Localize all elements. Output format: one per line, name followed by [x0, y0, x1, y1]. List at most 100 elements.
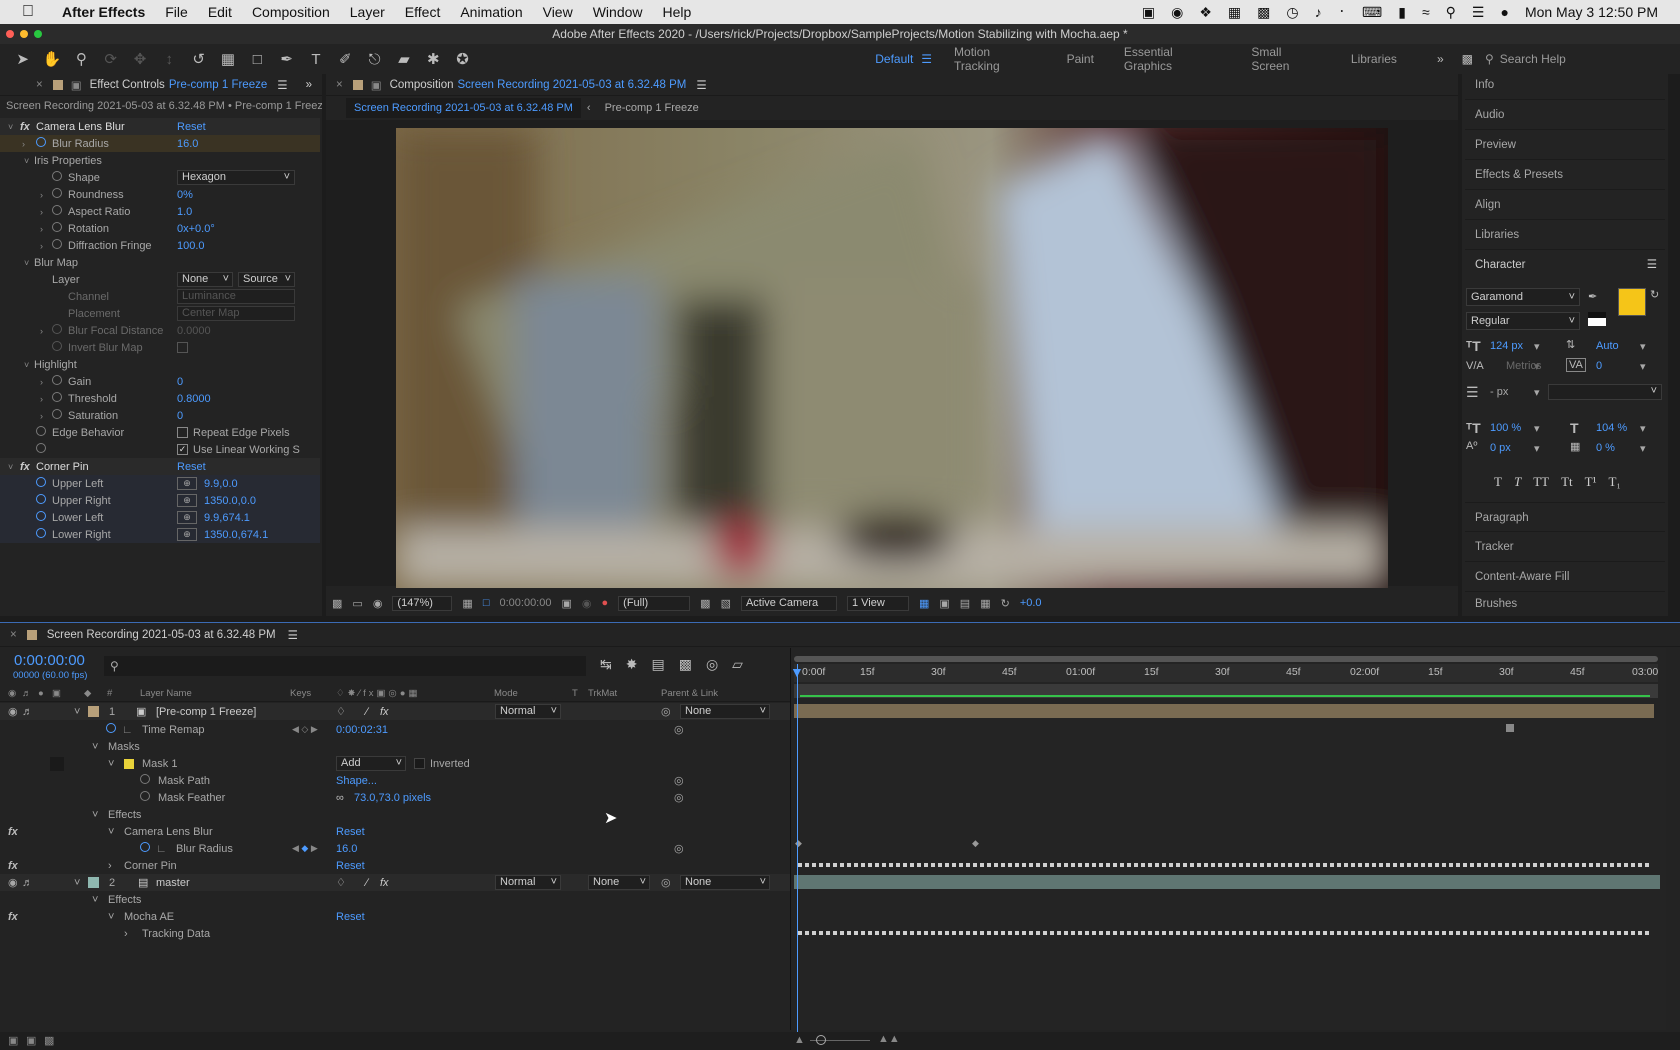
- menu-file[interactable]: File: [165, 4, 188, 20]
- font-style-dropdown[interactable]: Regular ˅: [1466, 312, 1580, 330]
- parent-dropdown[interactable]: None ˅: [680, 704, 770, 719]
- toggle-region-icon[interactable]: ▧: [721, 597, 731, 610]
- swap-colors-icon[interactable]: ↻: [1650, 288, 1659, 301]
- chevron-down-icon[interactable]: ▾: [1534, 360, 1540, 373]
- graph-icon[interactable]: ∟: [122, 724, 133, 736]
- panel-effects-presets[interactable]: Effects & Presets: [1465, 160, 1665, 190]
- time-machine-icon[interactable]: ◷: [1286, 4, 1298, 21]
- breadcrumb-active[interactable]: Screen Recording 2021-05-03 at 6.32.48 P…: [346, 98, 581, 118]
- camera-dropdown[interactable]: Active Camera: [740, 595, 837, 611]
- pickwhip-icon[interactable]: ◎: [661, 876, 671, 889]
- panel-info[interactable]: Info: [1465, 70, 1665, 100]
- control-center-icon[interactable]: ☰: [1472, 4, 1485, 21]
- ec-value[interactable]: 1350.0,674.1: [204, 529, 268, 541]
- ec-layer[interactable]: Layer None ˅ Source ˅: [0, 271, 320, 288]
- fx-icon[interactable]: fx: [20, 461, 30, 473]
- mask-name[interactable]: Mask 1: [142, 758, 177, 770]
- stopwatch-icon[interactable]: [52, 171, 62, 184]
- constrain-proportions-icon[interactable]: ∞: [336, 792, 344, 804]
- adobe-icon[interactable]: ▦: [1228, 4, 1241, 21]
- tracking-value[interactable]: 0: [1596, 360, 1602, 372]
- panel-menu-icon[interactable]: ☰: [1647, 250, 1657, 280]
- apple-icon[interactable]: : [22, 3, 42, 21]
- property-mask-path[interactable]: Mask Path Shape... ◎: [0, 772, 790, 789]
- quality-switch-icon[interactable]: ∕: [366, 706, 368, 718]
- fill-color-swatch[interactable]: [1618, 288, 1646, 316]
- mask-row-1[interactable]: ˅ Mask 1 Add ˅ Inverted: [0, 755, 790, 772]
- stopwatch-icon[interactable]: [52, 222, 62, 235]
- ec-camera-lens-blur[interactable]: ˅ fx Camera Lens Blur Reset: [0, 118, 320, 135]
- stopwatch-icon[interactable]: [52, 409, 62, 422]
- property-value[interactable]: Shape...: [336, 775, 377, 787]
- blur-map-layer-dropdown[interactable]: None ˅: [177, 272, 233, 287]
- header-keys[interactable]: Keys: [290, 688, 311, 699]
- faux-italic-button[interactable]: T: [1514, 474, 1521, 490]
- ec-saturation[interactable]: › Saturation 0: [0, 407, 320, 424]
- menu-app-name[interactable]: After Effects: [62, 4, 145, 20]
- layer-row-master[interactable]: ◉ ♬ ˅ 2 ▤ master ♢ ∕ fx Normal ˅ None ˅ ◎ …: [0, 874, 790, 891]
- siri-icon[interactable]: ●: [1500, 4, 1508, 20]
- comp-mini-flowchart-icon[interactable]: ↹: [600, 656, 612, 673]
- chevron-down-icon[interactable]: ▾: [1640, 442, 1646, 455]
- battery-monitor-icon[interactable]: ▩: [1257, 4, 1270, 21]
- chevron-down-icon[interactable]: ˅: [92, 809, 98, 821]
- stroke-style-dropdown[interactable]: ˅: [1548, 384, 1662, 400]
- property-mask-feather[interactable]: Mask Feather ∞ 73.0,73.0 pixels ◎: [0, 789, 790, 806]
- font-size-value[interactable]: 124 px: [1490, 340, 1523, 352]
- panel-brushes[interactable]: Brushes: [1465, 592, 1665, 616]
- mask-visibility-icon[interactable]: ◉: [373, 597, 383, 610]
- corner-pin-keyframes[interactable]: [798, 863, 1650, 867]
- workspace-motion-tracking[interactable]: Motion Tracking: [954, 45, 1037, 73]
- ec-rotation[interactable]: › Rotation 0x+0.0°: [0, 220, 320, 237]
- composition-tab[interactable]: × ▣ Composition Screen Recording 2021-05…: [326, 74, 1458, 96]
- reset-exposure-icon[interactable]: ↻: [1001, 597, 1010, 610]
- magnification-dropdown[interactable]: (147%): [392, 595, 453, 611]
- ec-value[interactable]: 0: [177, 376, 183, 388]
- keyframe-navigator-icon[interactable]: ◀ ◇ ▶: [292, 724, 318, 735]
- menu-window[interactable]: Window: [593, 4, 643, 20]
- keyframe-navigator-icon[interactable]: ◀ ◆ ▶: [292, 843, 318, 854]
- search-help-field[interactable]: ⚲ Search Help: [1485, 49, 1670, 69]
- fit-icon[interactable]: ▦: [462, 597, 472, 610]
- zoom-out-icon[interactable]: ▲: [794, 1034, 805, 1046]
- mask-lock-slot[interactable]: [50, 756, 64, 771]
- chevron-down-icon[interactable]: ▾: [1640, 422, 1646, 435]
- pickwhip-icon[interactable]: ◎: [674, 842, 684, 855]
- subscript-button[interactable]: T₁: [1608, 474, 1620, 490]
- chevron-down-icon[interactable]: ˅: [74, 877, 80, 889]
- group-masks[interactable]: ˅ Masks: [0, 738, 790, 755]
- render-time-icon[interactable]: ▩: [44, 1034, 54, 1047]
- layer-name[interactable]: master: [156, 877, 190, 889]
- chevron-right-icon[interactable]: ›: [108, 860, 112, 872]
- lock-icon[interactable]: ▣: [71, 78, 82, 92]
- chevron-down-icon[interactable]: ˅: [74, 706, 80, 718]
- mask-mode-dropdown[interactable]: Add ˅: [336, 756, 406, 771]
- fx-icon[interactable]: fx: [8, 860, 18, 872]
- property-blur-radius[interactable]: ∟ Blur Radius ◀ ◆ ▶ 16.0 ◎: [0, 840, 790, 857]
- chevron-down-icon[interactable]: ▾: [1640, 360, 1646, 373]
- property-value[interactable]: 73.0,73.0 pixels: [354, 792, 431, 804]
- ec-blur-radius[interactable]: › Blur Radius 16.0: [0, 135, 320, 152]
- fx-icon[interactable]: fx: [20, 121, 30, 133]
- effect-controls-layer[interactable]: Pre-comp 1 Freeze: [169, 79, 267, 91]
- workspace-sync-icon[interactable]: ▩: [1462, 52, 1473, 66]
- chevron-down-icon[interactable]: ▾: [1534, 442, 1540, 455]
- type-tool-icon[interactable]: T: [303, 47, 328, 71]
- show-snapshot-icon[interactable]: ◉: [582, 597, 592, 610]
- reset-link[interactable]: Reset: [177, 121, 206, 133]
- solo-icon[interactable]: ●: [38, 688, 44, 699]
- timeline-tab[interactable]: × Screen Recording 2021-05-03 at 6.32.48…: [0, 623, 1680, 647]
- stopwatch-icon[interactable]: [52, 188, 62, 201]
- header-parent[interactable]: Parent & Link: [661, 688, 718, 699]
- all-caps-button[interactable]: TT: [1533, 474, 1549, 490]
- zoom-slider-handle[interactable]: [816, 1035, 826, 1045]
- chevron-right-icon[interactable]: ›: [124, 928, 128, 940]
- stopwatch-icon[interactable]: [36, 477, 46, 490]
- selection-tool-icon[interactable]: ➤: [10, 47, 35, 71]
- transparency-grid-icon[interactable]: ▩: [700, 597, 710, 610]
- reset-link[interactable]: Reset: [336, 911, 365, 923]
- chevron-down-icon[interactable]: ▾: [1534, 386, 1540, 399]
- toggle-switches-icon[interactable]: ▣: [8, 1034, 18, 1047]
- pen-tool-icon[interactable]: ✒: [274, 47, 299, 71]
- panel-align[interactable]: Align: [1465, 190, 1665, 220]
